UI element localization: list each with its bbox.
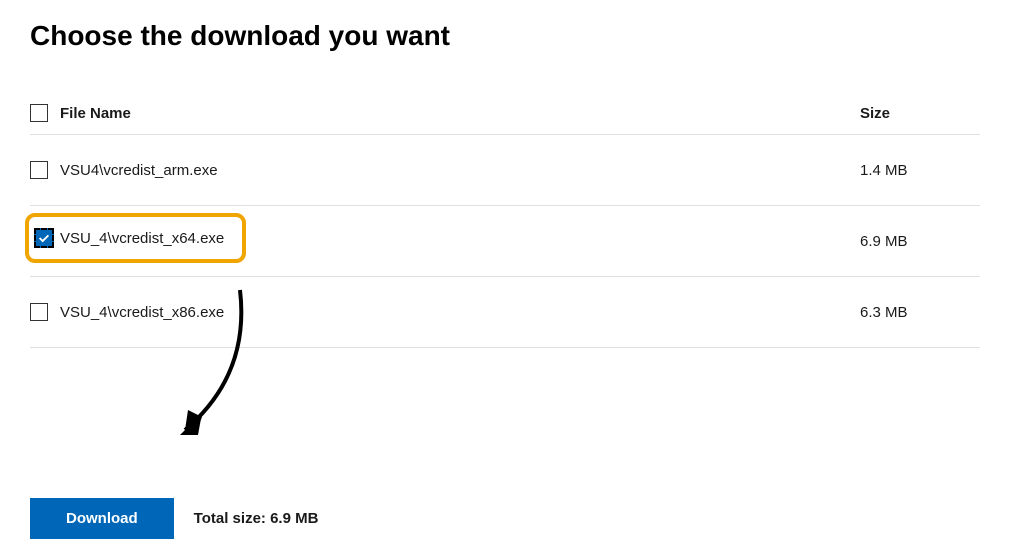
row-checkbox[interactable]	[30, 303, 48, 321]
filename-cell: VSU_4\vcredist_x86.exe	[60, 304, 860, 321]
size-cell: 6.9 MB	[860, 233, 980, 250]
page-title: Choose the download you want	[30, 20, 980, 52]
filename-cell: VSU4\vcredist_arm.exe	[60, 162, 860, 179]
size-header: Size	[860, 105, 980, 122]
table-row: VSU4\vcredist_arm.exe 1.4 MB	[30, 135, 980, 206]
table-row: VSU_4\vcredist_x86.exe 6.3 MB	[30, 277, 980, 348]
download-button[interactable]: Download	[30, 498, 174, 539]
select-all-checkbox[interactable]	[30, 104, 48, 122]
size-cell: 1.4 MB	[860, 162, 980, 179]
filename-header: File Name	[60, 105, 860, 122]
total-size-label: Total size: 6.9 MB	[194, 510, 319, 527]
download-table: File Name Size VSU4\vcredist_arm.exe 1.4…	[30, 92, 980, 348]
size-cell: 6.3 MB	[860, 304, 980, 321]
table-row: VSU_4\vcredist_x64.exe VSU_4\vcredist_x6…	[30, 206, 980, 277]
footer: Download Total size: 6.9 MB	[30, 498, 980, 539]
row-checkbox[interactable]	[30, 161, 48, 179]
table-header-row: File Name Size	[30, 92, 980, 135]
